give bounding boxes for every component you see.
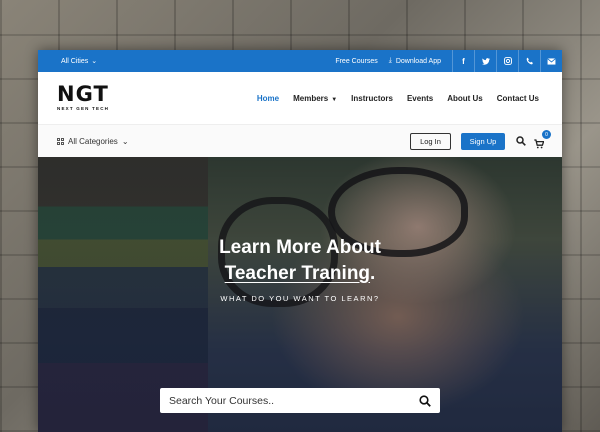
login-button[interactable]: Log In: [410, 132, 451, 150]
logo[interactable]: NGT NEXT GEN TECH: [57, 84, 109, 112]
cart-icon: [534, 139, 545, 149]
mail-icon[interactable]: [540, 50, 562, 72]
nav-item-about[interactable]: About Us: [447, 94, 483, 103]
course-search-input[interactable]: [169, 394, 419, 407]
download-app-label: Download App: [395, 57, 441, 65]
logo-tagline: NEXT GEN TECH: [57, 106, 110, 112]
chevron-down-icon: ⌄: [121, 136, 129, 146]
phone-icon[interactable]: [518, 50, 540, 72]
nav-item-contact[interactable]: Contact Us: [497, 94, 539, 103]
cart-button[interactable]: 0: [534, 130, 551, 149]
search-icon[interactable]: [419, 394, 431, 407]
category-bar: All Categories ⌄ Log In Sign Up 0: [38, 125, 562, 157]
facebook-icon[interactable]: f: [452, 50, 474, 72]
nav-menu: Home Members ▼ Instructors Events About U…: [257, 94, 539, 103]
all-categories-dropdown[interactable]: All Categories ⌄: [57, 137, 129, 146]
city-select[interactable]: All Cities ⌄: [61, 57, 98, 66]
hero-text: Learn More About Teacher Traning. WHAT D…: [38, 237, 562, 303]
grid-icon: [57, 137, 64, 145]
search-icon[interactable]: [516, 136, 526, 146]
instagram-icon[interactable]: [496, 50, 518, 72]
signup-button[interactable]: Sign Up: [461, 132, 505, 150]
free-courses-link[interactable]: Free Courses: [335, 58, 377, 65]
caret-down-icon: ▼: [331, 96, 338, 103]
hero-title-period: .: [370, 263, 376, 284]
hero-title-line2: Teacher Traning.: [38, 263, 562, 285]
course-search-box: [160, 388, 440, 413]
hero-title-highlight: Teacher Traning: [224, 263, 371, 284]
all-categories-label: All Categories: [68, 136, 118, 146]
download-icon: ⤓: [388, 57, 392, 64]
hero-banner: Learn More About Teacher Traning. WHAT D…: [38, 157, 562, 432]
cart-count-badge: 0: [542, 130, 551, 139]
nav-item-members[interactable]: Members ▼: [293, 94, 337, 103]
nav-item-home[interactable]: Home: [257, 94, 279, 103]
hero-title: Learn More About: [219, 237, 381, 258]
city-select-label: All Cities: [61, 57, 89, 65]
download-app-link[interactable]: ⤓ Download App: [389, 57, 441, 65]
browser-frame: All Cities ⌄ Free Courses ⤓ Download App…: [38, 50, 562, 432]
hero-subtitle: WHAT DO YOU WANT TO LEARN?: [220, 294, 380, 303]
nav-item-events[interactable]: Events: [407, 94, 433, 103]
logo-mark: NGT: [57, 82, 109, 107]
twitter-icon[interactable]: [474, 50, 496, 72]
nav-item-members-label: Members: [293, 93, 329, 103]
top-bar: All Cities ⌄ Free Courses ⤓ Download App…: [38, 50, 562, 72]
nav-item-instructors[interactable]: Instructors: [351, 94, 393, 103]
free-courses-label: Free Courses: [335, 57, 378, 65]
main-nav: NGT NEXT GEN TECH Home Members ▼ Instruct…: [38, 72, 562, 125]
chevron-down-icon: ⌄: [91, 58, 98, 65]
